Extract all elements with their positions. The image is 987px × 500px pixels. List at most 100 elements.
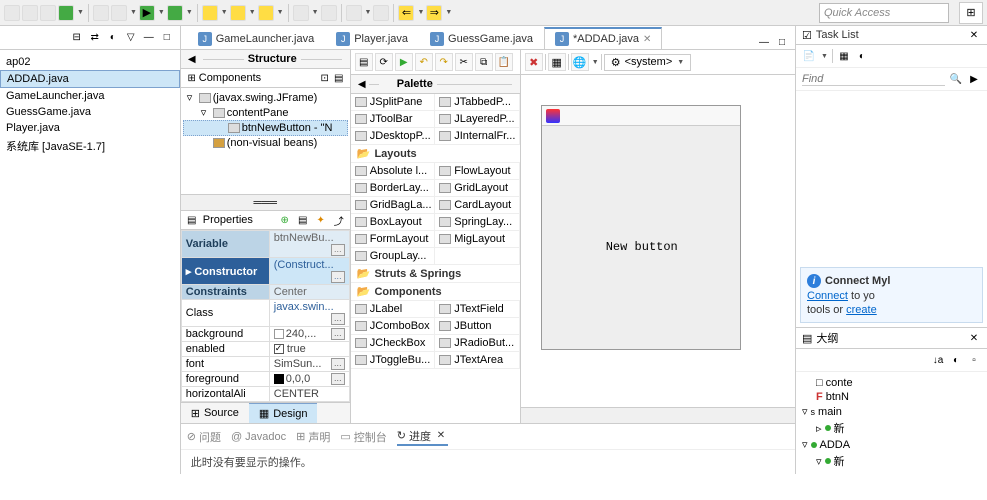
outline-node[interactable]: FbtnN <box>802 390 981 404</box>
palette-item[interactable]: JTextArea <box>435 352 520 369</box>
save-icon[interactable] <box>22 5 38 21</box>
paste-icon[interactable]: 📋 <box>495 53 513 71</box>
property-row[interactable]: background240,...… <box>181 327 349 342</box>
design-canvas[interactable]: New button <box>521 75 795 407</box>
open-type-icon[interactable] <box>293 5 309 21</box>
editor-tab[interactable]: JGameLauncher.java <box>187 27 325 49</box>
wand-icon[interactable] <box>93 5 109 21</box>
outline-node[interactable]: ▿ADDA <box>802 437 981 452</box>
palette-item[interactable]: CardLayout <box>435 197 520 214</box>
refresh-palette-icon[interactable]: ⟳ <box>375 53 393 71</box>
palette-item[interactable]: Absolute l... <box>351 163 436 180</box>
property-row[interactable]: horizontalAliCENTER <box>181 387 349 402</box>
palette-item[interactable]: JTabbedP... <box>435 94 520 111</box>
delete-icon[interactable]: ✖ <box>525 53 543 71</box>
outline-close-icon[interactable]: ✕ <box>967 331 981 345</box>
maximize-icon[interactable]: □ <box>160 31 174 45</box>
property-row[interactable]: fontSimSun...… <box>181 357 349 372</box>
new-class-icon[interactable] <box>230 5 246 21</box>
expand-icon[interactable]: ⊡ <box>318 71 332 85</box>
test-icon[interactable]: ▶ <box>395 53 413 71</box>
explorer-item[interactable]: ap02 <box>0 54 180 70</box>
categorize-icon[interactable]: ▦ <box>837 49 851 63</box>
property-row[interactable]: ConstraintsCenter <box>181 285 349 300</box>
layouts-category[interactable]: 📂Layouts <box>351 145 520 163</box>
props-filter-icon[interactable]: ▤ <box>296 213 310 227</box>
task-find-input[interactable] <box>802 73 945 86</box>
console-view-tab[interactable]: ▭ 控制台 <box>340 429 386 445</box>
outline-node[interactable]: ▹新 <box>802 419 981 437</box>
debug-config-icon[interactable] <box>111 5 127 21</box>
explorer-item[interactable]: 系统库 [JavaSE-1.7] <box>0 136 180 156</box>
run-last-icon[interactable] <box>167 5 183 21</box>
components-category[interactable]: 📂Components <box>351 283 520 301</box>
palette-item[interactable]: JDesktopP... <box>351 128 436 145</box>
hide-fields-icon[interactable]: ▫ <box>967 353 981 367</box>
progress-view-tab[interactable]: ↻ 进度 ✕ <box>397 428 448 446</box>
forward-icon[interactable]: ⇒ <box>426 5 442 21</box>
palette-item[interactable]: JCheckBox <box>351 335 436 352</box>
palette-item[interactable]: FlowLayout <box>435 163 520 180</box>
palette-item[interactable] <box>435 248 520 265</box>
palette-item[interactable]: JLayeredP... <box>435 111 520 128</box>
arrow-left-icon[interactable]: ◀ <box>185 52 199 66</box>
refresh-icon[interactable] <box>58 5 74 21</box>
palette-arrow-icon[interactable]: ◀ <box>355 77 369 91</box>
components-menu-icon[interactable]: ▤ <box>332 71 346 85</box>
quick-access-input[interactable]: Quick Access <box>819 3 949 23</box>
property-row[interactable]: enabled true <box>181 342 349 357</box>
goto-definition-icon[interactable]: ⤴ <box>332 213 346 227</box>
javadoc-view-tab[interactable]: @ Javadoc <box>231 431 286 443</box>
toggle-icon[interactable] <box>346 5 362 21</box>
layout-icon[interactable]: ▦ <box>548 53 566 71</box>
editor-tab[interactable]: JPlayer.java <box>325 27 419 49</box>
search-icon[interactable] <box>321 5 337 21</box>
property-row[interactable]: VariablebtnNewBu...… <box>181 231 349 258</box>
menu-icon[interactable]: ▽ <box>124 31 138 45</box>
property-row[interactable]: ▸ Constructor(Construct...… <box>181 258 349 285</box>
outline-filter-icon[interactable]: ◐ <box>949 353 963 367</box>
properties-table[interactable]: VariablebtnNewBu...…▸ Constructor(Constr… <box>181 230 350 402</box>
outline-node[interactable]: ▿smain <box>802 404 981 419</box>
palette-item[interactable]: JToolBar <box>351 111 436 128</box>
minimize-icon[interactable]: — <box>142 31 156 45</box>
cut-icon[interactable]: ▤ <box>355 53 373 71</box>
cut2-icon[interactable]: ✂ <box>455 53 473 71</box>
new-package-icon[interactable] <box>202 5 218 21</box>
problems-view-tab[interactable]: ⊘ 问题 <box>187 429 221 445</box>
palette-item[interactable]: JTextField <box>435 301 520 318</box>
editor-tab[interactable]: JGuessGame.java <box>419 27 544 49</box>
create-link[interactable]: create <box>846 304 877 316</box>
system-laf-dropdown[interactable]: ⚙<system>▼ <box>604 54 692 71</box>
jframe-preview[interactable]: New button <box>541 105 741 350</box>
globe-icon[interactable]: 🌐 <box>571 53 589 71</box>
palette-item[interactable]: JSplitPane <box>351 94 436 111</box>
palette-item[interactable]: JLabel <box>351 301 436 318</box>
explorer-item[interactable]: ADDAD.java <box>0 70 180 88</box>
new-file-icon[interactable] <box>258 5 274 21</box>
palette-item[interactable]: JRadioBut... <box>435 335 520 352</box>
property-row[interactable]: Classjavax.swin...… <box>181 300 349 327</box>
palette-item[interactable]: JButton <box>435 318 520 335</box>
structure-scrollbar[interactable]: ═══ <box>181 194 350 210</box>
palette-item[interactable]: JComboBox <box>351 318 436 335</box>
structure-node[interactable]: btnNewButton - "N <box>183 120 348 136</box>
struts-category[interactable]: 📂Struts & Springs <box>351 265 520 283</box>
palette-item[interactable]: MigLayout <box>435 231 520 248</box>
save-all-icon[interactable] <box>40 5 56 21</box>
redo-icon[interactable]: ↷ <box>435 53 453 71</box>
collapse-all-icon[interactable]: ⊟ <box>70 31 84 45</box>
run-icon[interactable]: ▶ <box>139 5 155 21</box>
palette-item[interactable]: BorderLay... <box>351 180 436 197</box>
task-close-icon[interactable]: ✕ <box>967 28 981 42</box>
focus-icon[interactable]: ◐ <box>106 31 120 45</box>
link-icon[interactable]: ⇄ <box>88 31 102 45</box>
find-search-icon[interactable]: 🔍 <box>949 72 963 86</box>
palette-item[interactable]: SpringLay... <box>435 214 520 231</box>
palette-item[interactable]: GroupLay... <box>351 248 436 265</box>
explorer-item[interactable]: GuessGame.java <box>0 104 180 120</box>
declaration-view-tab[interactable]: ⊞ 声明 <box>296 429 330 445</box>
copy-icon[interactable]: ⧉ <box>475 53 493 71</box>
palette-item[interactable]: GridLayout <box>435 180 520 197</box>
palette-item[interactable]: BoxLayout <box>351 214 436 231</box>
